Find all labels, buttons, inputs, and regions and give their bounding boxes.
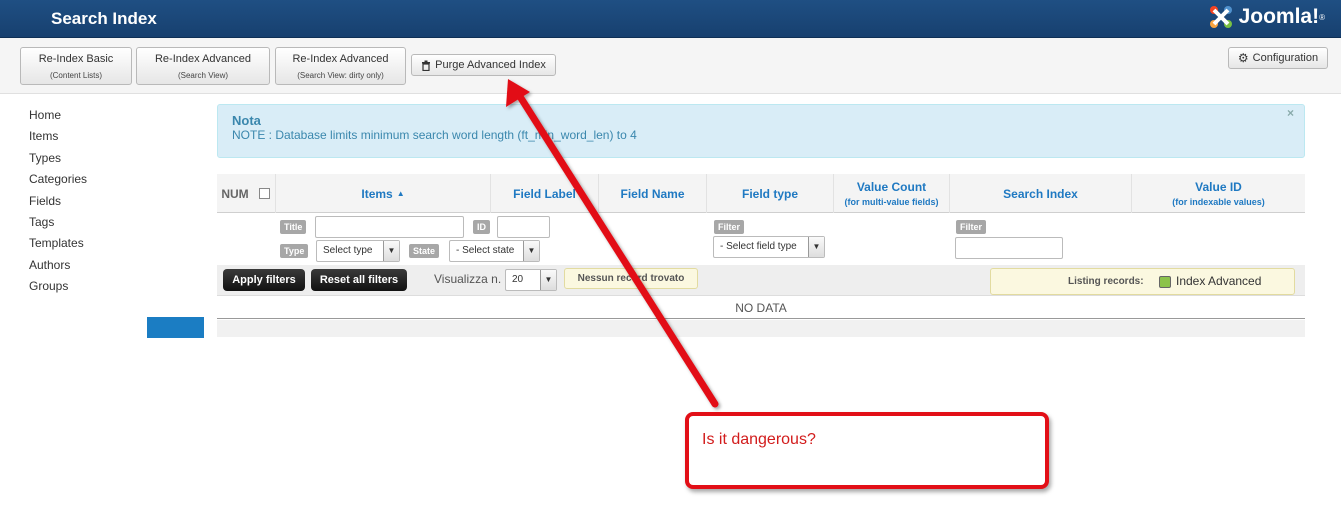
annotation-callout: Is it dangerous? bbox=[685, 412, 1049, 489]
annotation-arrow bbox=[506, 79, 719, 408]
annotation-text: Is it dangerous? bbox=[702, 431, 816, 448]
